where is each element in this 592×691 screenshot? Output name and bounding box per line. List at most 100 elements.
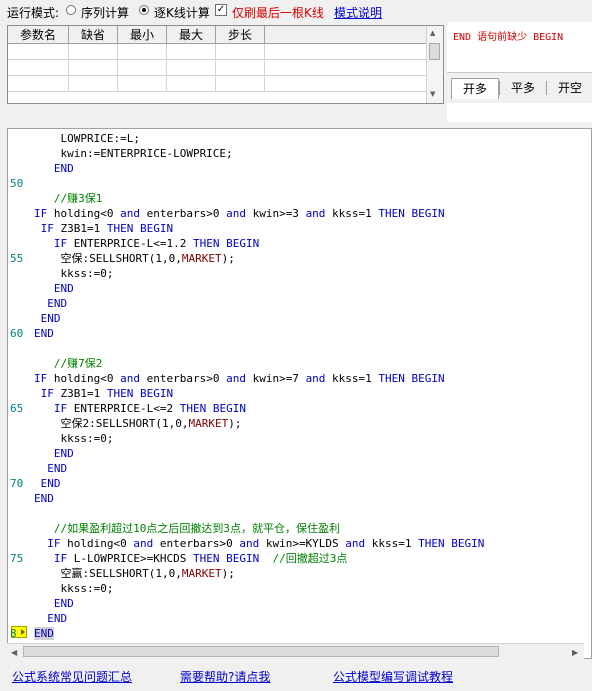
code-token: kkss=1 — [325, 207, 379, 220]
column-header-param-name[interactable]: 参数名 — [8, 26, 69, 44]
code-line[interactable]: kkss:=0; — [34, 266, 113, 281]
tab-divider — [499, 81, 500, 95]
mode-help-link[interactable]: 模式说明 — [334, 4, 382, 21]
code-line[interactable]: END — [34, 461, 67, 476]
sequence-mode-label[interactable]: 序列计算 — [81, 4, 129, 21]
tab-open-short[interactable]: 开空 — [548, 78, 592, 98]
code-line[interactable]: END — [34, 446, 74, 461]
line-number: 65 — [10, 402, 24, 415]
code-line[interactable]: //如果盈利超过10点之后回撤达到3点，就平仓，保住盈利 — [34, 521, 340, 536]
table-row[interactable] — [8, 43, 431, 60]
code-line[interactable]: IF Z3B1=1 THEN BEGIN — [34, 221, 173, 236]
code-token: IF — [47, 537, 61, 550]
code-token: holding<0 — [47, 207, 121, 220]
code-token: ENTERPRICE-L<=1.2 — [67, 237, 193, 250]
code-token: kwin>=3 — [245, 207, 306, 220]
code-line[interactable]: //赚7保2 — [34, 356, 103, 371]
code-token: kkss:=0; — [34, 432, 114, 445]
scroll-down-icon[interactable]: ▼ — [430, 90, 435, 98]
refresh-last-checkbox[interactable]: ✓ — [215, 4, 227, 16]
code-line[interactable]: END — [34, 476, 61, 491]
code-area[interactable]: LOWPRICE:=L; kwin:=ENTERPRICE-LOWPRICE; … — [34, 129, 591, 658]
code-token: END — [40, 477, 61, 490]
code-line[interactable]: END — [34, 326, 54, 341]
code-line[interactable]: 空保2:SELLSHORT(1,0,MARKET); — [34, 416, 241, 431]
code-token: LOWPRICE:=L; — [34, 132, 140, 145]
scroll-thumb[interactable] — [429, 43, 440, 60]
code-token: END — [40, 312, 61, 325]
code-line[interactable]: IF L-LOWPRICE>=KHCDS THEN BEGIN //回撤超过3点 — [34, 551, 347, 566]
code-line[interactable]: IF ENTERPRICE-L<=1.2 THEN BEGIN — [34, 236, 259, 251]
code-line[interactable]: END — [34, 596, 74, 611]
faq-link[interactable]: 公式系统常见问题汇总 — [12, 668, 132, 685]
table-row[interactable] — [8, 75, 431, 92]
code-line[interactable]: 空保:SELLSHORT(1,0,MARKET); — [34, 251, 235, 266]
code-line[interactable]: kkss:=0; — [34, 581, 113, 596]
code-token: enterbars>0 — [139, 372, 227, 385]
code-line[interactable]: END — [34, 491, 54, 506]
scroll-left-icon[interactable]: ◀ — [11, 648, 17, 657]
help-link[interactable]: 需要帮助?请点我 — [180, 668, 270, 685]
line-number: 75 — [10, 552, 24, 565]
parameter-vertical-scrollbar[interactable]: ▲ ▼ — [426, 26, 443, 103]
code-token: ); — [228, 417, 242, 430]
tutorial-link[interactable]: 公式模型编写调试教程 — [333, 668, 453, 685]
code-token: kwin>=7 — [245, 372, 306, 385]
code-line[interactable]: 空赢:SELLSHORT(1,0,MARKET); — [34, 566, 234, 581]
code-token: END — [34, 627, 54, 640]
code-token: END — [53, 282, 74, 295]
code-token: kkss=1 — [325, 372, 379, 385]
code-line[interactable]: IF holding<0 and enterbars>0 and kwin>=3… — [34, 206, 445, 221]
column-header-default[interactable]: 缺省 — [68, 26, 118, 44]
code-line[interactable]: END — [34, 311, 61, 326]
parameter-table[interactable]: 参数名 缺省 最小 最大 步长 ▲ ▼ — [7, 25, 444, 104]
column-header-min[interactable]: 最小 — [117, 26, 167, 44]
tab-open-long[interactable]: 开多 — [451, 78, 499, 99]
code-token: END — [34, 492, 54, 505]
code-token: kwin:=ENTERPRICE-LOWPRICE; — [34, 147, 233, 160]
tab-close-long[interactable]: 平多 — [501, 78, 545, 98]
line-number: 60 — [10, 327, 24, 340]
scroll-up-icon[interactable]: ▲ — [430, 29, 435, 37]
code-line[interactable]: END — [34, 281, 74, 296]
code-token: THEN BEGIN — [106, 222, 174, 235]
parameter-grid: 参数名 缺省 最小 最大 步长 — [8, 26, 431, 92]
code-token: kkss:=0; — [34, 267, 114, 280]
code-line[interactable]: IF ENTERPRICE-L<=2 THEN BEGIN — [34, 401, 246, 416]
code-line[interactable]: IF holding<0 and enterbars>0 and kwin>=K… — [34, 536, 484, 551]
code-line[interactable]: //赚3保1 — [34, 191, 103, 206]
radio-sequence-mode[interactable] — [66, 5, 76, 15]
column-header-step[interactable]: 步长 — [215, 26, 265, 44]
compile-error-message: END 语句前缺少 BEGIN — [453, 32, 564, 43]
code-line[interactable]: END — [34, 626, 54, 641]
radio-kline-mode[interactable] — [139, 5, 149, 15]
code-token: IF — [34, 207, 48, 220]
code-line[interactable]: LOWPRICE:=L; — [34, 131, 140, 146]
code-editor[interactable]: 50 55 60 65 70 75 8 LOWPRICE:=L; kwin:=ENTERPR… — [7, 128, 592, 659]
code-line[interactable]: kkss:=0; — [34, 431, 113, 446]
editor-scroll-thumb[interactable] — [23, 646, 499, 657]
kline-mode-label[interactable]: 逐K线计算 — [154, 4, 210, 21]
code-token: //赚3保1 — [53, 192, 103, 205]
code-token: //如果盈利超过10点之后回撤达到3点，就平仓，保住盈利 — [53, 522, 340, 535]
refresh-last-label[interactable]: 仅刷最后一根K线 — [232, 4, 324, 21]
code-line[interactable]: END — [34, 161, 74, 176]
code-line[interactable]: END — [34, 296, 67, 311]
editor-horizontal-scrollbar[interactable]: ◀ ▶ — [7, 643, 584, 660]
code-line[interactable]: END — [34, 611, 67, 626]
code-line[interactable]: kwin:=ENTERPRICE-LOWPRICE; — [34, 146, 233, 161]
code-token: ); — [221, 252, 235, 265]
run-mode-label: 运行模式: — [7, 6, 60, 20]
scroll-right-icon[interactable]: ▶ — [572, 648, 578, 657]
code-line[interactable]: IF Z3B1=1 THEN BEGIN — [34, 386, 173, 401]
column-header-max[interactable]: 最大 — [166, 26, 216, 44]
code-line[interactable]: IF holding<0 and enterbars>0 and kwin>=7… — [34, 371, 445, 386]
table-row[interactable] — [8, 59, 431, 76]
parameter-header-row: 参数名 缺省 最小 最大 步长 — [8, 26, 431, 44]
